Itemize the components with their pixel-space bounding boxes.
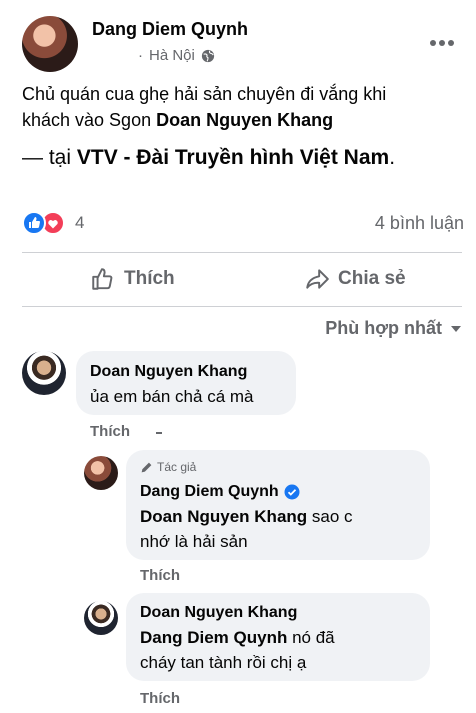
comment-count[interactable]: 4 bình luận — [375, 213, 464, 234]
actions-top-divider — [22, 252, 462, 253]
post-meta: · Hà Nội — [138, 47, 215, 64]
checkin-suffix: . — [389, 146, 396, 169]
comment-author-avatar[interactable] — [22, 351, 66, 395]
post-text-line2: khách vào Sgon Doan Nguyen Khang — [22, 110, 333, 131]
comment-like-link[interactable]: Thích — [90, 423, 130, 440]
reply-text-after-mention: sao c — [307, 507, 353, 526]
reply-mention-link[interactable]: Doan Nguyen Khang — [140, 507, 307, 526]
comment-sort-dropdown[interactable]: Phù hợp nhất — [325, 318, 462, 339]
like-button[interactable]: Thích — [90, 266, 175, 292]
reactions-summary[interactable]: 4 — [22, 211, 84, 235]
reply-text-line1: Doan Nguyen Khang sao c — [140, 507, 353, 527]
reply-mention-link[interactable]: Dang Diem Quynh — [140, 628, 287, 647]
reply-author-name[interactable]: Dang Diem Quynh — [140, 483, 279, 501]
post-text-line2-prefix: khách vào Sgon — [22, 110, 157, 130]
reply-bubble: Doan Nguyen Khang Dang Diem Quynh nó đã … — [126, 593, 430, 681]
comment-text: ủa em bán chả cá mà — [90, 387, 254, 406]
reply-text-line2: nhớ là hải sản — [140, 532, 248, 551]
post-author-name[interactable]: Dang Diem Quynh — [92, 19, 248, 40]
more-icon[interactable] — [428, 34, 456, 46]
reply-text-line2: cháy tan tành rồi chị ạ — [140, 653, 307, 672]
reply-like-link[interactable]: Thích — [140, 690, 180, 707]
share-button-label: Chia sẻ — [338, 268, 406, 289]
reply-bubble: Tác giả Dang Diem Quynh Doan Nguyen Khan… — [126, 450, 430, 560]
like-button-label: Thích — [124, 268, 175, 289]
pencil-icon — [141, 462, 152, 472]
post-checkin: — tại VTV - Đài Truyền hình Việt Nam. — [22, 146, 395, 170]
reply-text-line1: Dang Diem Quynh nó đã — [140, 628, 335, 648]
post-location[interactable]: Hà Nội — [149, 47, 195, 64]
post-text-line1: Chủ quán cua ghẹ hải sản chuyên đi vắng … — [22, 84, 387, 104]
author-badge: Tác giả — [140, 460, 196, 474]
comment-author-name[interactable]: Doan Nguyen Khang — [90, 363, 247, 381]
share-icon — [306, 269, 329, 289]
reply-like-link[interactable]: Thích — [140, 567, 180, 584]
author-badge-label: Tác giả — [157, 460, 197, 474]
comment-meta-dot — [156, 432, 162, 434]
comment-bubble: Doan Nguyen Khang ủa em bán chả cá mà — [76, 351, 296, 415]
thumbs-up-icon — [92, 268, 113, 290]
sort-label: Phù hợp nhất — [325, 318, 442, 338]
actions-bottom-divider — [22, 306, 462, 307]
checkin-place-link[interactable]: VTV - Đài Truyền hình Việt Nam — [77, 146, 389, 169]
chevron-down-icon — [451, 325, 461, 332]
globe-icon — [201, 49, 214, 62]
post-author-avatar[interactable] — [22, 16, 78, 72]
checkin-prefix: — tại — [22, 146, 77, 169]
reply-author-row: Dang Diem Quynh — [140, 483, 300, 501]
reply-text-after-mention: nó đã — [287, 628, 335, 647]
meta-separator: · — [138, 47, 143, 64]
reply-author-avatar[interactable] — [84, 456, 118, 490]
reply-author-avatar[interactable] — [84, 601, 118, 635]
post-mention-link[interactable]: Doan Nguyen Khang — [156, 110, 333, 130]
reply-author-name[interactable]: Doan Nguyen Khang — [140, 604, 297, 622]
share-button[interactable]: Chia sẻ — [304, 266, 406, 292]
reaction-count[interactable]: 4 — [75, 213, 84, 233]
verified-icon — [284, 484, 300, 500]
like-reaction-icon — [22, 211, 46, 235]
